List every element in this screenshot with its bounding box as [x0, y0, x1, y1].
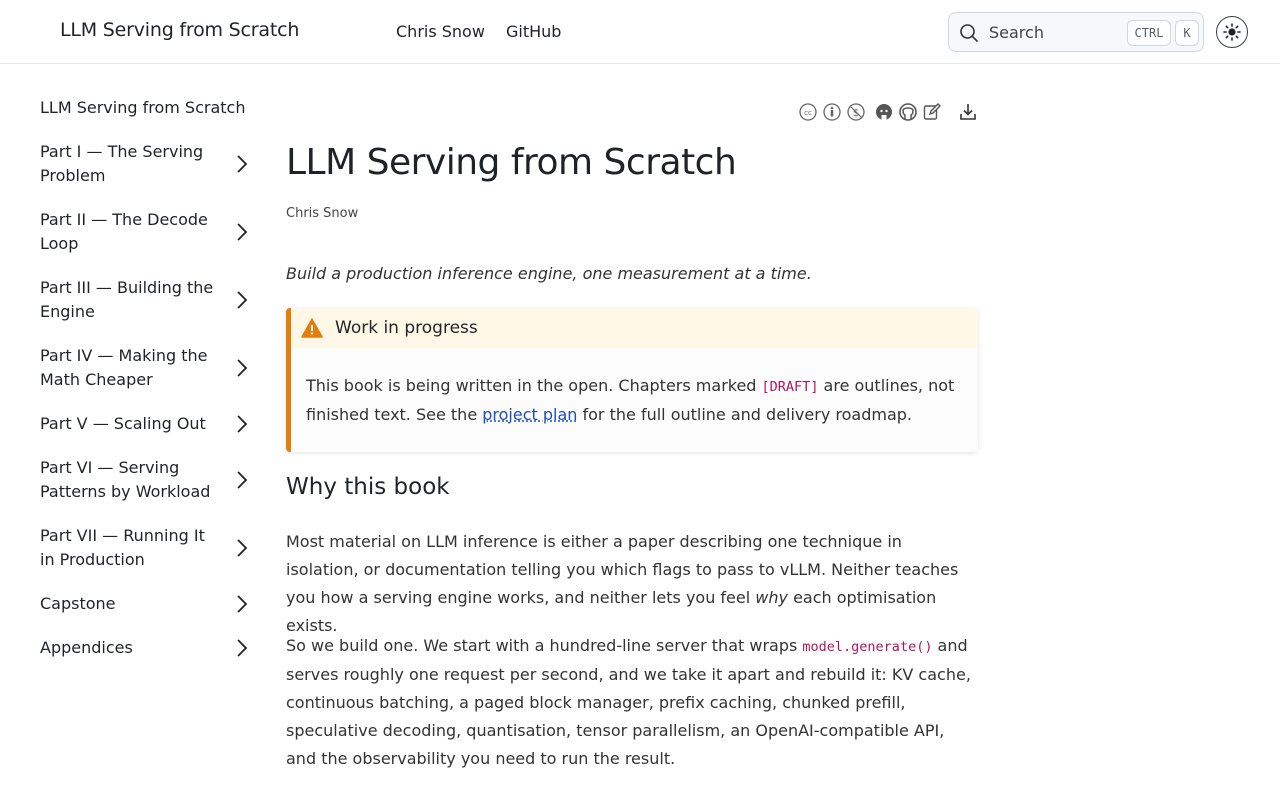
nav-link-author[interactable]: Chris Snow [396, 22, 485, 41]
sidebar-item-label: Part I — The Serving Problem [40, 142, 204, 185]
sidebar-item-part-2[interactable]: Part II — The Decode Loop [40, 208, 260, 256]
sidebar-item-label: Part V — Scaling Out [40, 414, 206, 433]
chevron-right-icon[interactable] [234, 358, 250, 378]
svg-text:cc: cc [804, 109, 812, 117]
github-cat-icon[interactable] [874, 102, 894, 122]
chevron-right-icon[interactable] [234, 154, 250, 174]
section-heading: Why this book [286, 474, 450, 500]
chevron-right-icon[interactable] [234, 414, 250, 434]
chevron-right-icon[interactable] [234, 594, 250, 614]
project-plan-link[interactable]: project plan [482, 405, 577, 424]
callout-header: Work in progress [291, 308, 978, 348]
nc-icon[interactable]: $ [846, 102, 866, 122]
sidebar-item-part-4[interactable]: Part IV — Making the Math Cheaper [40, 344, 260, 392]
nav-link-github[interactable]: GitHub [506, 22, 561, 41]
sidebar-item-part-6[interactable]: Part VI — Serving Patterns by Workload [40, 456, 260, 504]
page-tagline: Build a production inference engine, one… [286, 264, 812, 283]
sidebar: LLM Serving from Scratch Part I — The Se… [40, 96, 260, 680]
theme-toggle-button[interactable] [1216, 16, 1248, 48]
warning-callout: Work in progress This book is being writ… [286, 308, 978, 452]
sidebar-item-appendices[interactable]: Appendices [40, 636, 260, 660]
sun-icon [1223, 23, 1241, 41]
sidebar-item-label: Part II — The Decode Loop [40, 210, 208, 253]
sidebar-item-label: Capstone [40, 594, 116, 613]
sidebar-item-label: Part VI — Serving Patterns by Workload [40, 458, 211, 501]
callout-text: This book is being written in the open. … [306, 376, 762, 395]
chevron-right-icon[interactable] [234, 638, 250, 658]
search-input[interactable]: Search CTRL K [948, 12, 1204, 52]
paragraph-text: and serves roughly one request per secon… [286, 636, 971, 768]
by-icon[interactable] [822, 102, 842, 122]
sidebar-item-label: Part III — Building the Engine [40, 278, 214, 321]
emphasis-text: why [755, 588, 788, 607]
sidebar-item-part-5[interactable]: Part V — Scaling Out [40, 412, 260, 436]
sidebar-item-home[interactable]: LLM Serving from Scratch [40, 96, 260, 120]
paragraph-2: So we build one. We start with a hundred… [286, 632, 978, 773]
chevron-right-icon[interactable] [234, 470, 250, 490]
sidebar-item-part-3[interactable]: Part III — Building the Engine [40, 276, 260, 324]
chevron-right-icon[interactable] [234, 290, 250, 310]
download-icon[interactable] [958, 102, 978, 122]
sidebar-item-label: Part VII — Running It in Production [40, 526, 205, 569]
callout-text: for the full outline and delivery roadma… [577, 405, 912, 424]
warning-icon [301, 318, 323, 338]
kbd-ctrl: CTRL [1127, 20, 1171, 46]
site-title-link[interactable]: LLM Serving from Scratch [60, 19, 299, 41]
callout-body: This book is being written in the open. … [291, 348, 978, 452]
top-navbar: LLM Serving from Scratch Chris Snow GitH… [0, 0, 1280, 64]
callout-title: Work in progress [335, 318, 478, 338]
chevron-right-icon[interactable] [234, 222, 250, 242]
paragraph-text: So we build one. We start with a hundred… [286, 636, 803, 655]
sidebar-item-part-1[interactable]: Part I — The Serving Problem [40, 140, 260, 188]
cc-icon[interactable]: cc [798, 102, 818, 122]
github-icon[interactable] [898, 102, 918, 122]
search-icon [960, 24, 978, 42]
search-placeholder: Search [989, 23, 1044, 42]
chevron-right-icon[interactable] [234, 538, 250, 558]
paragraph-1: Most material on LLM inference is either… [286, 528, 978, 640]
draft-code: [DRAFT] [761, 379, 819, 395]
sidebar-item-part-7[interactable]: Part VII — Running It in Production [40, 524, 260, 572]
page-author: Chris Snow [286, 206, 359, 221]
sidebar-item-label: Part IV — Making the Math Cheaper [40, 346, 208, 389]
page-title: LLM Serving from Scratch [286, 142, 737, 183]
inline-code: model.generate() [802, 639, 933, 655]
edit-icon[interactable] [922, 102, 942, 122]
sidebar-item-label: Appendices [40, 638, 133, 657]
sidebar-item-capstone[interactable]: Capstone [40, 592, 260, 616]
kbd-k: K [1175, 20, 1199, 46]
